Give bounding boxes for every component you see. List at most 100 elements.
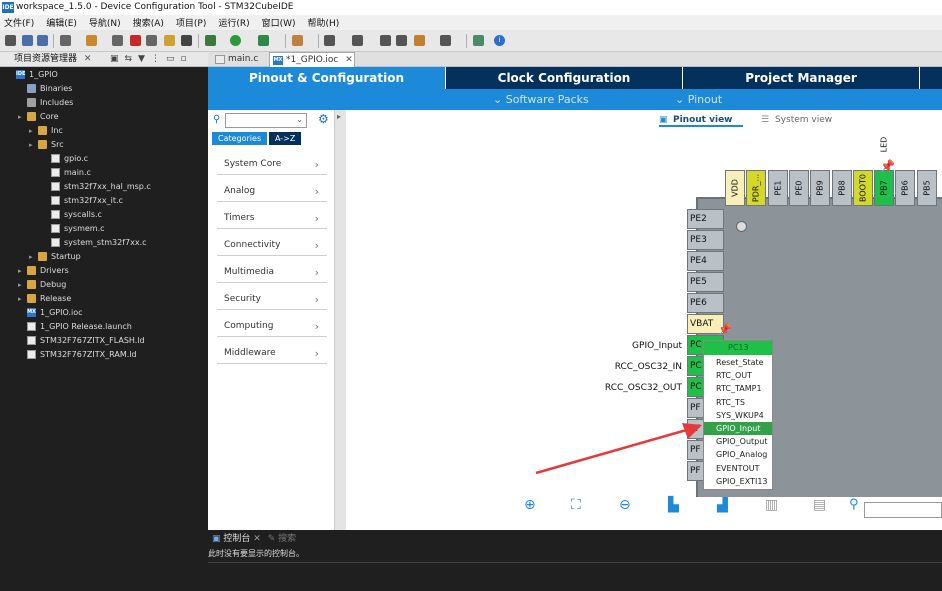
chip-pin-top[interactable]: PB6 <box>895 170 916 206</box>
expand-toggle-icon[interactable]: ▸ <box>29 127 33 135</box>
category-item[interactable]: Multimedia › <box>217 262 327 283</box>
tree-item[interactable]: gpio.c <box>64 154 88 164</box>
settings-icon[interactable] <box>60 35 71 46</box>
menu-project[interactable]: 项目(P) <box>176 16 206 29</box>
run-icon[interactable] <box>230 35 241 46</box>
close-icon[interactable]: ✕ <box>84 54 92 64</box>
editor-tab-ioc[interactable]: MX *1_GPIO.ioc ✕ <box>269 52 355 67</box>
pinout-menu[interactable]: ⌄ Pinout <box>675 89 722 110</box>
device-icon[interactable] <box>112 35 123 46</box>
pin-function-option[interactable]: RTC_TS <box>704 396 772 409</box>
split-vertical-icon[interactable]: ▥ <box>765 497 785 517</box>
info-icon[interactable]: i <box>494 35 505 46</box>
image-icon[interactable] <box>473 35 484 46</box>
tree-item[interactable]: Release <box>40 294 71 304</box>
tree-item[interactable]: 1_GPIO.ioc <box>40 308 83 318</box>
category-item[interactable]: Analog › <box>217 181 327 202</box>
menu-help[interactable]: 帮助(H) <box>308 16 340 29</box>
tab-a-z[interactable]: A->Z <box>269 132 302 145</box>
pin-function-option[interactable]: GPIO_EXTI13 <box>704 475 772 488</box>
category-item[interactable]: Connectivity › <box>217 235 327 256</box>
close-icon[interactable]: ✕ <box>253 534 261 544</box>
tab-project-manager[interactable]: Project Manager <box>683 67 919 89</box>
search-tab[interactable]: 搜索 <box>278 534 296 544</box>
pin-function-option[interactable]: Reset_State <box>704 356 772 369</box>
console-tab[interactable]: 控制台 <box>223 534 250 544</box>
nav-forward-icon[interactable] <box>440 35 451 46</box>
close-icon[interactable]: ✕ <box>345 55 353 65</box>
category-item[interactable]: Computing › <box>217 316 327 337</box>
person-icon[interactable] <box>164 35 175 46</box>
category-search-input[interactable]: ⌄ <box>225 113 307 128</box>
zoom-in-icon[interactable]: ⊕ <box>524 497 544 517</box>
tree-item[interactable]: STM32F767ZITX_RAM.ld <box>40 350 137 360</box>
chip-pin-left[interactable]: PE5 <box>687 272 724 292</box>
tab-categories[interactable]: Categories <box>212 132 268 145</box>
expand-toggle-icon[interactable]: ▸ <box>18 113 22 121</box>
pin-function-option[interactable]: EVENTOUT <box>704 462 772 475</box>
tab-clock-configuration[interactable]: Clock Configuration <box>446 67 682 89</box>
zoom-out-icon[interactable]: ⊖ <box>619 497 639 517</box>
tree-item[interactable]: system_stm32f7xx.c <box>64 238 147 248</box>
pen-icon[interactable] <box>292 35 303 46</box>
chip-pin-left[interactable]: PE2 <box>687 209 724 229</box>
chevron-down-icon[interactable]: ⌄ <box>296 115 303 124</box>
software-packs-menu[interactable]: ⌄ Software Packs <box>493 89 589 110</box>
export-icon[interactable]: ▙ <box>668 497 688 517</box>
panel-splitter[interactable]: ▸ <box>335 110 346 530</box>
expand-toggle-icon[interactable]: ▸ <box>29 253 33 261</box>
chip-pin-top[interactable]: PB9 <box>810 170 831 206</box>
chip-pin-top[interactable]: PB7 <box>874 170 895 206</box>
pin-function-option[interactable]: RTC_OUT <box>704 369 772 382</box>
category-item[interactable]: Middleware › <box>217 343 327 364</box>
menu-window[interactable]: 窗口(W) <box>262 16 296 29</box>
tree-item[interactable]: stm32f7xx_it.c <box>64 196 123 206</box>
tree-item[interactable]: Debug <box>40 280 66 290</box>
tree-item[interactable]: Src <box>51 140 64 150</box>
category-item[interactable]: System Core › <box>217 154 327 175</box>
prev-annotation-icon[interactable] <box>352 35 363 46</box>
chip-pin-top[interactable]: PDR_... <box>746 170 767 206</box>
folder-open-icon[interactable] <box>181 35 192 46</box>
chip-pin-left[interactable]: PE4 <box>687 251 724 271</box>
chip-pin-top[interactable]: PE0 <box>788 170 809 206</box>
build-hammer-icon[interactable] <box>86 35 97 46</box>
save-icon[interactable] <box>22 35 33 46</box>
category-item[interactable]: Security › <box>217 289 327 310</box>
external-tools-icon[interactable] <box>258 35 269 46</box>
pin-function-option[interactable]: GPIO_Analog <box>704 448 772 461</box>
menu-file[interactable]: 文件(F) <box>4 16 34 29</box>
tree-item[interactable]: STM32F767ZITX_FLASH.ld <box>40 336 145 346</box>
pin-function-option[interactable]: RTC_TAMP1 <box>704 382 772 395</box>
tree-item[interactable]: syscalls.c <box>64 210 102 220</box>
pin-function-option[interactable]: GPIO_Input <box>704 422 772 435</box>
tree-item[interactable]: stm32f7xx_hal_msp.c <box>64 182 151 192</box>
tree-item[interactable]: 1_GPIO <box>29 70 58 80</box>
save-all-icon[interactable] <box>37 35 48 46</box>
tab-pinout-configuration[interactable]: Pinout & Configuration <box>208 67 445 89</box>
tree-item[interactable]: 1_GPIO Release.launch <box>40 322 132 332</box>
expand-toggle-icon[interactable]: ▸ <box>18 295 22 303</box>
chip-pin-top[interactable]: PB8 <box>831 170 852 206</box>
expand-toggle-icon[interactable]: ▸ <box>18 281 22 289</box>
debug-config-icon[interactable] <box>130 35 141 46</box>
tree-item[interactable]: Binaries <box>40 84 72 94</box>
expand-toggle-icon[interactable]: ▸ <box>18 267 22 275</box>
forward-icon[interactable] <box>396 35 407 46</box>
tree-item[interactable]: sysmem.c <box>64 224 105 234</box>
category-item[interactable]: Timers › <box>217 208 327 229</box>
rotate-icon[interactable]: ▟ <box>717 497 737 517</box>
gear-icon[interactable]: ⚙ <box>318 112 329 126</box>
pin-function-option[interactable]: SYS_WKUP4 <box>704 409 772 422</box>
back-icon[interactable] <box>380 35 391 46</box>
chip-pin-top[interactable]: PE1 <box>767 170 788 206</box>
view-toolbar-icons[interactable]: ▣⇆▼⋮▭▫ <box>110 52 193 67</box>
debug-icon[interactable] <box>205 35 216 46</box>
menu-edit[interactable]: 编辑(E) <box>46 16 77 29</box>
system-view-button[interactable]: ☰ System view <box>761 113 832 127</box>
fit-screen-icon[interactable]: ⛶ <box>571 497 591 517</box>
expand-toggle-icon[interactable]: ▸ <box>29 141 33 149</box>
chip-pin-top[interactable]: VDD <box>725 170 745 206</box>
tree-item[interactable]: Core <box>40 112 59 122</box>
split-horizontal-icon[interactable]: ▤ <box>813 497 833 517</box>
